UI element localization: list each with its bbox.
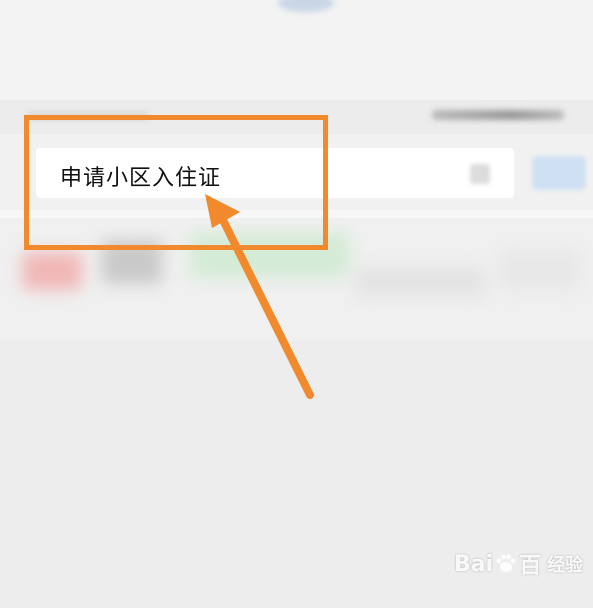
watermark-brand-right: 百 (519, 554, 542, 579)
search-button[interactable] (532, 156, 586, 190)
status-icons (432, 110, 564, 120)
watermark: Bai 百 经验 (454, 548, 583, 580)
suggestion-chip[interactable] (500, 250, 580, 290)
paw-icon (496, 554, 516, 572)
annotation-highlight-box (24, 115, 328, 250)
clear-icon[interactable] (470, 164, 490, 184)
blurred-element (278, 0, 334, 12)
top-blurred-region (0, 0, 593, 100)
suggestion-chip[interactable] (22, 252, 82, 290)
suggestion-chip[interactable] (355, 268, 485, 296)
watermark-suffix: 经验 (547, 555, 584, 576)
watermark-brand-left: Bai (454, 551, 494, 577)
